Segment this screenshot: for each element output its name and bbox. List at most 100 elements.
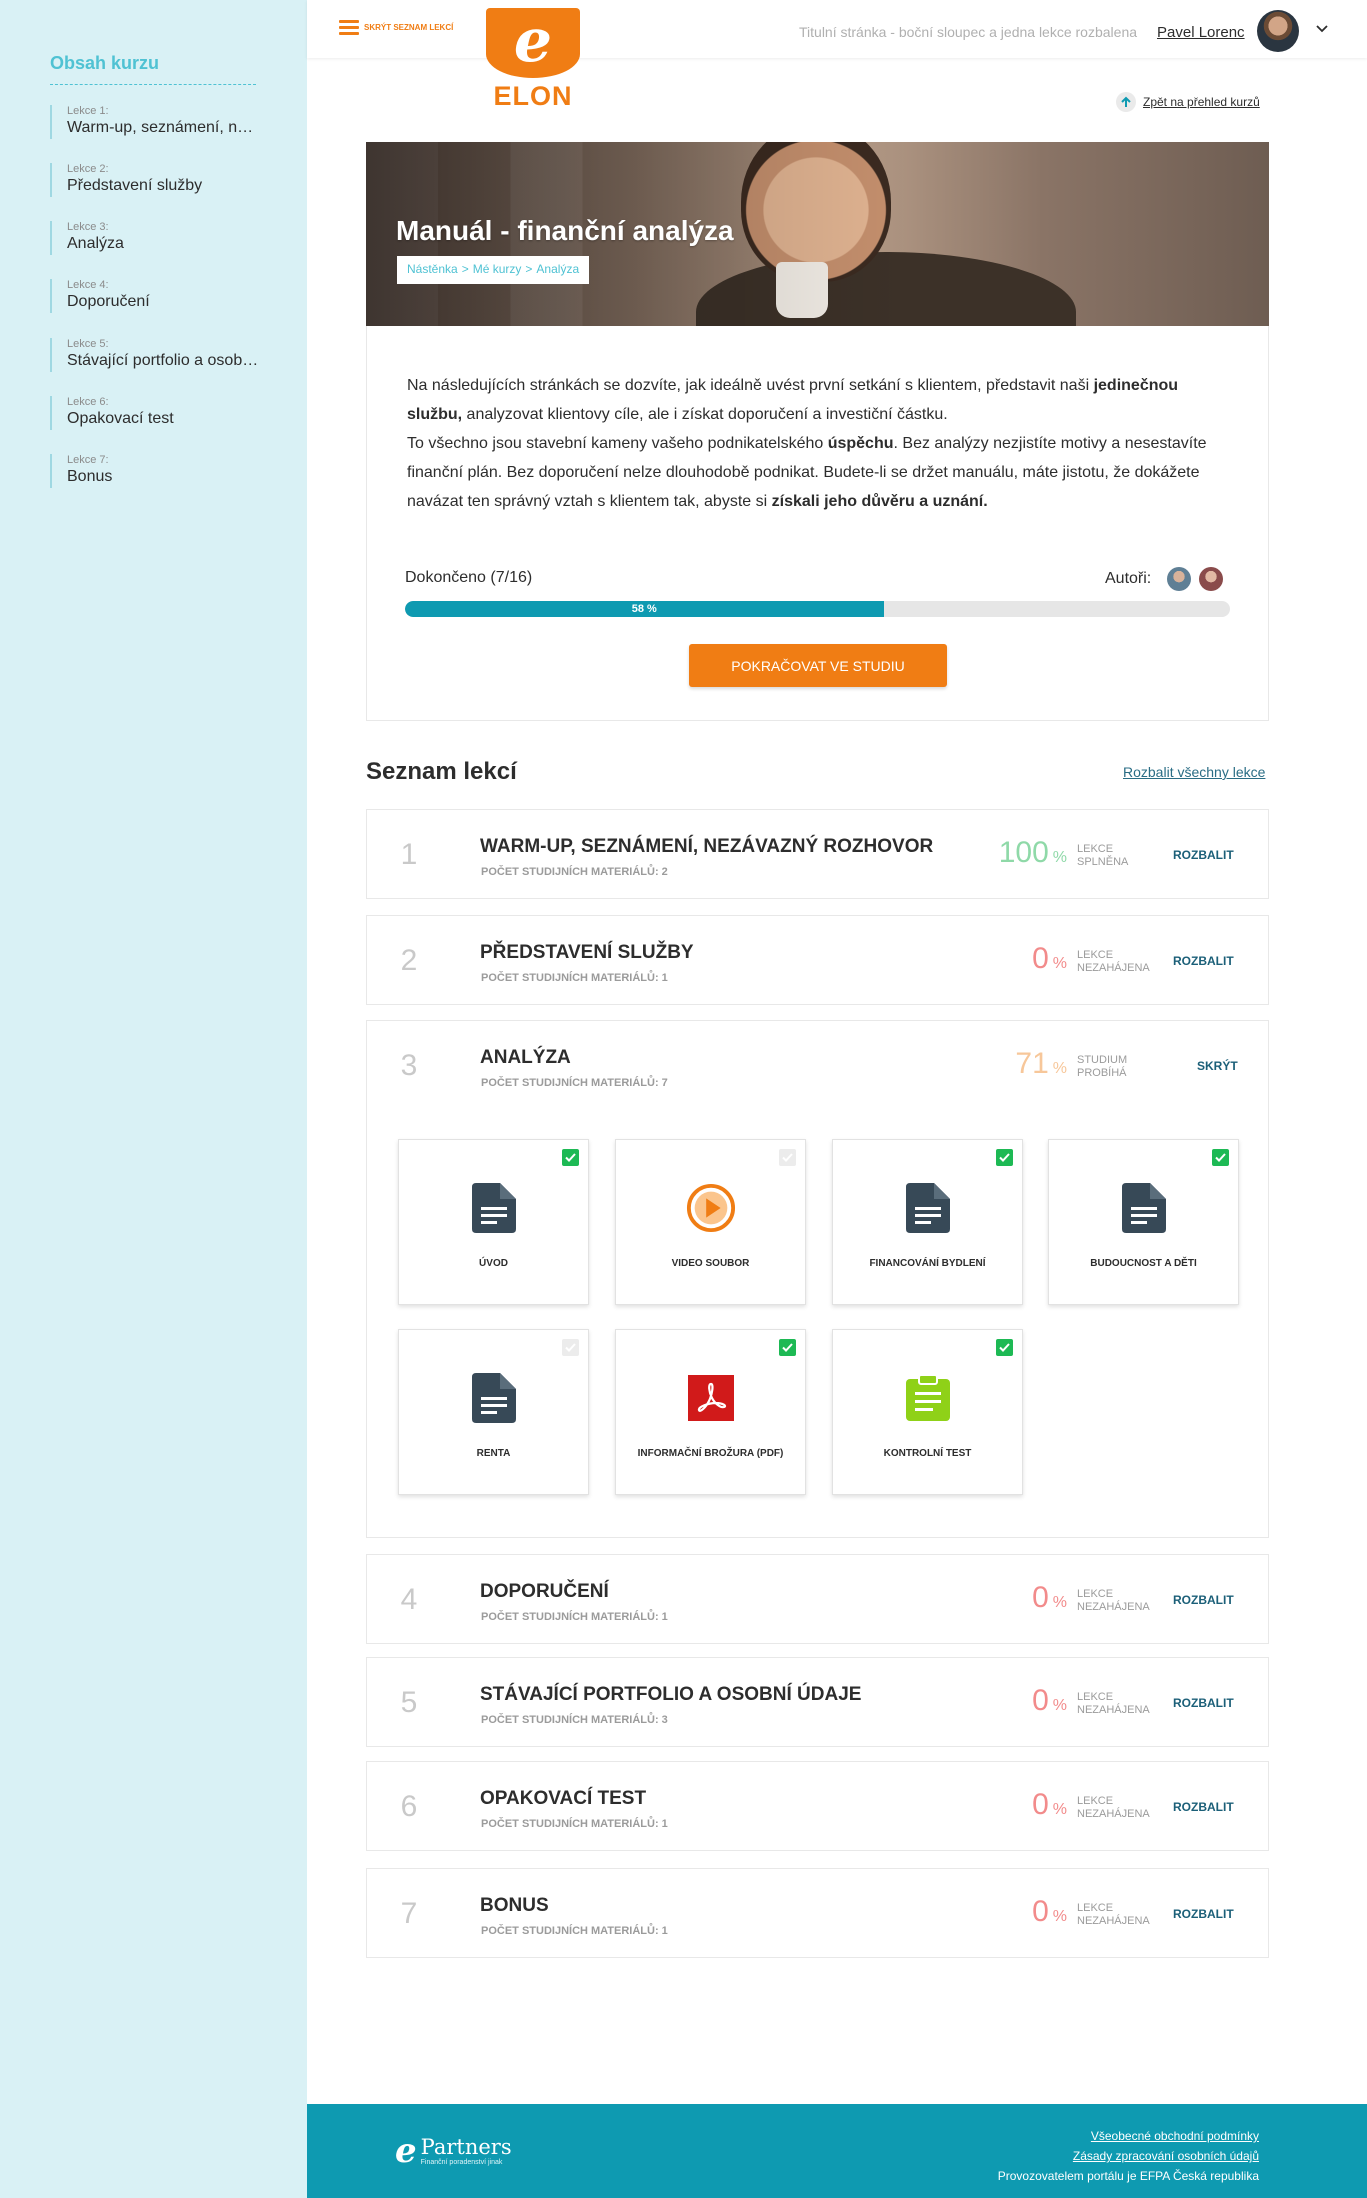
sidebar-item-lesson-6[interactable]: Lekce 6: Opakovací test [50, 396, 260, 430]
sidebar-item-label: Warm-up, seznámení, nezávazný rozhovor [67, 119, 260, 136]
breadcrumb-item-dashboard[interactable]: Nástěnka [407, 262, 458, 278]
sidebar-title: Obsah kurzu [50, 53, 160, 73]
chevron-down-icon[interactable] [1314, 20, 1330, 36]
hide-lesson-list-button[interactable]: SKRÝT SEZNAM LEKCÍ [339, 20, 454, 35]
lesson-collapse-button[interactable]: SKRÝT [1197, 1059, 1238, 1073]
expand-all-lessons-link[interactable]: Rozbalit všechny lekce [1123, 764, 1265, 780]
sidebar-item-label: Stávající portfolio a osobní údaje [67, 352, 260, 369]
sidebar-item-lesson-3[interactable]: Lekce 3: Analýza [50, 221, 260, 255]
sidebar-divider [50, 84, 256, 85]
lesson-title: WARM-UP, SEZNÁMENÍ, NEZÁVAZNÝ ROZHOVOR [480, 836, 934, 857]
continue-study-button[interactable]: POKRAČOVAT VE STUDIU [689, 644, 947, 687]
checkbox-unchecked-icon [779, 1149, 796, 1166]
description-emphasis: úspěchu [827, 435, 894, 452]
material-label: FINANCOVÁNÍ BYDLENÍ [869, 1258, 986, 1269]
course-progress-text: 58 % [631, 603, 657, 615]
checkbox-checked-icon [779, 1339, 796, 1356]
lesson-expand-button[interactable]: ROZBALIT [1173, 1907, 1234, 1921]
sidebar-item-lesson-7[interactable]: Lekce 7: Bonus [50, 454, 260, 488]
sidebar-item-lesson-1[interactable]: Lekce 1: Warm-up, seznámení, nezávazný r… [50, 105, 260, 139]
sidebar-item-number: Lekce 3: [67, 221, 109, 233]
lesson-number: 7 [400, 1897, 418, 1930]
lesson-percent: 0% [1032, 942, 1067, 975]
elon-logo[interactable]: e ELON [485, 8, 581, 112]
lesson-title: DOPORUČENÍ [480, 1581, 609, 1602]
lesson-row-6[interactable]: 6 OPAKOVACÍ TEST POČET STUDIJNÍCH MATERI… [366, 1761, 1269, 1851]
sidebar-item-lesson-2[interactable]: Lekce 2: Představení služby [50, 163, 260, 197]
checkbox-checked-icon [1212, 1149, 1229, 1166]
video-play-icon [686, 1182, 736, 1234]
lesson-material-count: POČET STUDIJNÍCH MATERIÁLŮ: 2 [481, 866, 668, 878]
checkbox-checked-icon [996, 1149, 1013, 1166]
sidebar-item-label: Analýza [67, 235, 124, 252]
breadcrumb: Nástěnka > Mé kurzy > Analýza [397, 256, 590, 284]
lesson-title: OPAKOVACÍ TEST [480, 1788, 647, 1809]
terms-link[interactable]: Všeobecné obchodní podmínky [998, 2126, 1259, 2146]
breadcrumb-item-my-courses[interactable]: Mé kurzy [473, 262, 522, 278]
lesson-material-count: POČET STUDIJNÍCH MATERIÁLŮ: 1 [481, 972, 668, 984]
lesson-material-count: POČET STUDIJNÍCH MATERIÁLŮ: 1 [481, 1611, 668, 1623]
lesson-expand-button[interactable]: ROZBALIT [1173, 1593, 1234, 1607]
partners-logo[interactable]: e Partners Finanční poradenství jinak [395, 2134, 512, 2168]
authors: Autoři: [1105, 567, 1224, 591]
lesson-list-title: Seznam lekcí [366, 758, 517, 785]
lesson-number: 1 [400, 838, 418, 871]
material-card[interactable]: INFORMAČNÍ BROŽURA (PDF) [615, 1329, 806, 1495]
lesson-state: LEKCE NEZAHÁJENA [1077, 1795, 1150, 1820]
elon-logo-text: ELON [493, 81, 573, 111]
back-to-courses-link[interactable]: Zpět na přehled kurzů [1116, 92, 1260, 112]
user-avatar[interactable] [1257, 10, 1299, 52]
lesson-row-2[interactable]: 2 PŘEDSTAVENÍ SLUŽBY POČET STUDIJNÍCH MA… [366, 915, 1269, 1005]
sidebar-item-number: Lekce 4: [67, 279, 109, 291]
lesson-material-count: POČET STUDIJNÍCH MATERIÁLŮ: 1 [481, 1925, 668, 1937]
material-label: ÚVOD [479, 1258, 508, 1269]
course-sidebar: Obsah kurzu Lekce 1: Warm-up, seznámení,… [0, 0, 307, 2198]
author-avatar[interactable] [1167, 567, 1192, 591]
lesson-row-1[interactable]: 1 WARM-UP, SEZNÁMENÍ, NEZÁVAZNÝ ROZHOVOR… [366, 809, 1269, 899]
lesson-percent: 0% [1032, 1788, 1067, 1821]
material-card[interactable]: RENTA [398, 1329, 589, 1495]
lesson-title: PŘEDSTAVENÍ SLUŽBY [480, 942, 694, 963]
lesson-number: 2 [400, 944, 418, 977]
author-avatar[interactable] [1199, 567, 1224, 591]
course-description: Na následujících stránkách se dozvíte, j… [407, 371, 1237, 516]
user-name-link[interactable]: Pavel Lorenc [1157, 24, 1245, 41]
course-progress-fill: 58 % [405, 601, 884, 617]
sidebar-item-lesson-5[interactable]: Lekce 5: Stávající portfolio a osobní úd… [50, 338, 260, 372]
checkbox-checked-icon [996, 1339, 1013, 1356]
arrow-up-icon [1116, 92, 1136, 112]
lesson-expand-button[interactable]: ROZBALIT [1173, 954, 1234, 968]
sidebar-item-lesson-4[interactable]: Lekce 4: Doporučení [50, 279, 260, 313]
privacy-link[interactable]: Zásady zpracování osobních údajů [998, 2146, 1259, 2166]
lesson-state: LEKCE NEZAHÁJENA [1077, 949, 1150, 974]
lesson-number: 6 [400, 1790, 418, 1823]
sidebar-item-number: Lekce 2: [67, 163, 109, 175]
sidebar-item-number: Lekce 7: [67, 454, 109, 466]
progress-label: Dokončeno (7/16) [405, 569, 533, 586]
lesson-row-4[interactable]: 4 DOPORUČENÍ POČET STUDIJNÍCH MATERIÁLŮ:… [366, 1554, 1269, 1644]
breadcrumb-item-current[interactable]: Analýza [536, 262, 579, 278]
elon-logo-badge: e [486, 8, 580, 78]
lesson-number: 3 [400, 1049, 418, 1082]
lesson-expand-button[interactable]: ROZBALIT [1173, 1696, 1234, 1710]
lesson-expand-button[interactable]: ROZBALIT [1173, 1800, 1234, 1814]
lesson-row-7[interactable]: 7 BONUS POČET STUDIJNÍCH MATERIÁLŮ: 1 0%… [366, 1868, 1269, 1958]
lesson-row-5[interactable]: 5 STÁVAJÍCÍ PORTFOLIO A OSOBNÍ ÚDAJE POČ… [366, 1657, 1269, 1747]
breadcrumb-separator: > [461, 262, 469, 276]
material-card[interactable]: BUDOUCNOST A DĚTI [1048, 1139, 1239, 1305]
footer-links: Všeobecné obchodní podmínky Zásady zprac… [998, 2126, 1259, 2186]
material-card[interactable]: VIDEO SOUBOR [615, 1139, 806, 1305]
lesson-material-count: POČET STUDIJNÍCH MATERIÁLŮ: 1 [481, 1818, 668, 1830]
material-card[interactable]: FINANCOVÁNÍ BYDLENÍ [832, 1139, 1023, 1305]
sidebar-item-label: Doporučení [67, 293, 150, 310]
lesson-expand-button[interactable]: ROZBALIT [1173, 848, 1234, 862]
sidebar-item-number: Lekce 5: [67, 338, 109, 350]
pdf-icon [686, 1372, 736, 1424]
material-label: INFORMAČNÍ BROŽURA (PDF) [637, 1448, 784, 1459]
material-card[interactable]: ÚVOD [398, 1139, 589, 1305]
lesson-percent: 0% [1032, 1895, 1067, 1928]
material-card[interactable]: KONTROLNÍ TEST [832, 1329, 1023, 1495]
lesson-row-3[interactable]: 3 ANALÝZA POČET STUDIJNÍCH MATERIÁLŮ: 7 … [366, 1020, 1269, 1110]
sidebar-item-label: Bonus [67, 468, 113, 485]
document-icon [469, 1182, 519, 1234]
